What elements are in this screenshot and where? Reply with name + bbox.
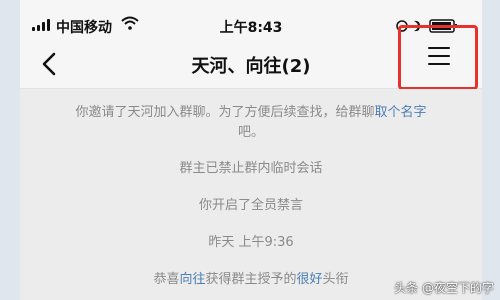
chat-area: 你邀请了天河加入群聊。为了方便后续查找，给群聊取个名字吧。 群主已禁止群内临时会… [20,89,482,300]
screenshot-frame: 中国移动 上午8:43 天河、向往(2) 你邀请了天河加入群聊。为了方便后续查找… [0,0,500,300]
nav-bar: 天河、向往(2) [20,25,482,90]
invite-suffix: 吧。 [237,125,264,140]
chat-menu-button[interactable] [398,25,478,90]
name-group-link[interactable]: 取个名字 [375,105,427,120]
member-title-link[interactable]: 很好 [297,272,323,287]
hamburger-menu-icon [428,47,450,65]
temp-chat-disabled-message: 群主已禁止群内临时会话 [179,161,323,176]
phone-screen: 中国移动 上午8:43 天河、向往(2) 你邀请了天河加入群聊。为了方便后续查找… [20,0,482,300]
watermark: 头条 @夜空下的字 [394,281,494,295]
invite-message: 你邀请了天河加入群聊。为了方便后续查找，给群聊取个名字吧。 [50,103,452,143]
title-granted-message: 恭喜向往获得群主授予的很好头衔 [153,272,349,287]
all-muted-message: 你开启了全员禁言 [198,198,303,213]
message-timestamp: 昨天 上午9:36 [208,235,294,250]
member-name-link[interactable]: 向往 [179,272,205,287]
invite-text: 你邀请了天河加入群聊。为了方便后续查找，给群聊 [75,105,375,120]
